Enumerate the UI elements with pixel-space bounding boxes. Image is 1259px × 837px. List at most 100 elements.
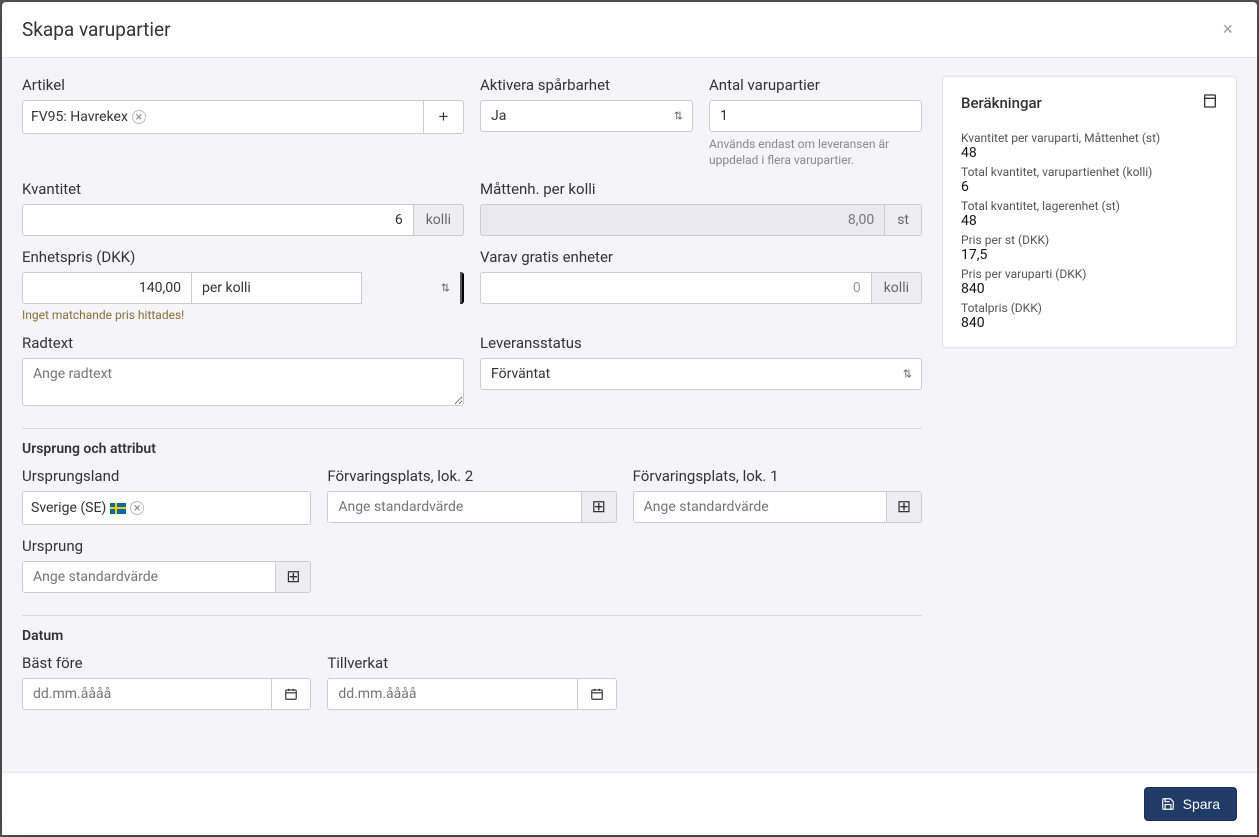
quantity-input[interactable] xyxy=(22,204,414,236)
traceability-field: Aktivera spårbarhet ⇅ xyxy=(480,76,693,168)
article-tag: FV95: Havrekex × xyxy=(31,109,146,125)
calc-label: Kvantitet per varuparti, Måttenhet (st) xyxy=(961,131,1218,145)
delivery-status-select[interactable] xyxy=(480,358,922,390)
chevron-updown-icon: ⇅ xyxy=(441,282,450,295)
origin-field: Ursprung ⊞ xyxy=(22,537,311,593)
free-units-input[interactable] xyxy=(480,272,872,304)
quantity-field: Kvantitet kolli xyxy=(22,180,464,236)
quantity-label: Kvantitet xyxy=(22,180,464,198)
calc-value: 48 xyxy=(961,213,1218,229)
origin-country-label: Ursprungsland xyxy=(22,467,311,485)
calc-label: Totalpris (DKK) xyxy=(961,301,1218,315)
storage1-input[interactable] xyxy=(633,491,887,523)
manufactured-field: Tillverkat xyxy=(327,654,616,710)
manufactured-calendar-button[interactable] xyxy=(578,678,617,710)
calc-label: Total kvantitet, varupartienhet (kolli) xyxy=(961,165,1218,179)
save-button[interactable]: Spara xyxy=(1144,787,1237,821)
article-field: Artikel FV95: Havrekex × + xyxy=(22,76,464,168)
units-per-kolli-unit: st xyxy=(885,204,922,236)
calc-label: Pris per varuparti (DKK) xyxy=(961,267,1218,281)
delivery-status-field: Leveransstatus ⇅ xyxy=(480,334,922,406)
plus-box-icon: ⊞ xyxy=(897,497,911,517)
origin-label: Ursprung xyxy=(22,537,311,555)
form-area: Artikel FV95: Havrekex × + xyxy=(22,76,922,710)
unit-price-field: Enhetspris (DKK) ⇅ Inget matchande pris … xyxy=(22,248,464,322)
calculations-title: Beräkningar xyxy=(961,94,1042,112)
flag-se-icon xyxy=(110,503,126,514)
calc-label: Total kvantitet, lagerenhet (st) xyxy=(961,199,1218,213)
traceability-label: Aktivera spårbarhet xyxy=(480,76,693,94)
section-date-title: Datum xyxy=(22,628,922,644)
article-label: Artikel xyxy=(22,76,464,94)
modal-footer: Spara xyxy=(2,772,1257,835)
units-per-kolli-label: Måttenh. per kolli xyxy=(480,180,922,198)
refresh-price-button[interactable] xyxy=(460,272,464,304)
unit-price-label: Enhetspris (DKK) xyxy=(22,248,464,266)
modal-title: Skapa varupartier xyxy=(22,18,171,41)
origin-country-input[interactable]: Sverige (SE) × xyxy=(22,491,311,525)
save-button-label: Spara xyxy=(1183,796,1220,812)
row-text-field: Radtext xyxy=(22,334,464,406)
best-before-field: Bäst före xyxy=(22,654,311,710)
free-units-label: Varav gratis enheter xyxy=(480,248,922,266)
units-per-kolli-input xyxy=(480,204,885,236)
calculations-rows: Kvantitet per varuparti, Måttenhet (st)4… xyxy=(961,131,1218,331)
section-origin-title: Ursprung och attribut xyxy=(22,441,922,457)
traceability-select[interactable] xyxy=(480,100,693,132)
batch-count-help: Används endast om leveransen är uppdelad… xyxy=(709,136,922,168)
storage1-add-button[interactable]: ⊞ xyxy=(887,491,922,523)
unit-price-input[interactable] xyxy=(22,272,192,304)
delivery-status-label: Leveransstatus xyxy=(480,334,922,352)
unit-price-warn: Inget matchande pris hittades! xyxy=(22,308,464,322)
calendar-icon xyxy=(284,687,298,701)
plus-box-icon: ⊞ xyxy=(286,567,300,587)
storage2-field: Förvaringsplats, lok. 2 ⊞ xyxy=(327,467,616,525)
calc-value: 840 xyxy=(961,315,1218,331)
calc-value: 48 xyxy=(961,145,1218,161)
plus-box-icon: ⊞ xyxy=(592,497,606,517)
modal: Skapa varupartier × Artikel FV95: Havrek… xyxy=(2,2,1257,835)
calc-value: 17,5 xyxy=(961,247,1218,263)
remove-tag-icon[interactable]: × xyxy=(130,501,144,515)
calc-label: Pris per st (DKK) xyxy=(961,233,1218,247)
best-before-calendar-button[interactable] xyxy=(272,678,311,710)
manufactured-input[interactable] xyxy=(327,678,577,710)
storage2-label: Förvaringsplats, lok. 2 xyxy=(327,467,616,485)
divider xyxy=(22,428,922,429)
storage2-add-button[interactable]: ⊞ xyxy=(582,491,617,523)
row-text-input[interactable] xyxy=(22,358,464,406)
quantity-unit: kolli xyxy=(414,204,464,236)
batch-count-input[interactable] xyxy=(709,100,922,132)
plus-icon: + xyxy=(439,107,449,127)
origin-add-button[interactable]: ⊞ xyxy=(276,561,311,593)
best-before-input[interactable] xyxy=(22,678,272,710)
origin-country-field: Ursprungsland Sverige (SE) × xyxy=(22,467,311,525)
storage1-field: Förvaringsplats, lok. 1 ⊞ xyxy=(633,467,922,525)
save-icon xyxy=(1161,797,1175,811)
add-article-button[interactable]: + xyxy=(424,100,464,134)
article-input[interactable]: FV95: Havrekex × xyxy=(22,100,424,134)
units-per-kolli-field: Måttenh. per kolli st xyxy=(480,180,922,236)
manufactured-label: Tillverkat xyxy=(327,654,616,672)
calc-value: 840 xyxy=(961,281,1218,297)
origin-input[interactable] xyxy=(22,561,276,593)
best-before-label: Bäst före xyxy=(22,654,311,672)
storage2-input[interactable] xyxy=(327,491,581,523)
free-units-field: Varav gratis enheter kolli xyxy=(480,248,922,322)
calendar-icon xyxy=(590,687,604,701)
storage1-label: Förvaringsplats, lok. 1 xyxy=(633,467,922,485)
free-units-unit: kolli xyxy=(872,272,922,304)
batch-count-label: Antal varupartier xyxy=(709,76,922,94)
origin-country-tag: Sverige (SE) × xyxy=(31,500,144,516)
divider xyxy=(22,615,922,616)
remove-tag-icon[interactable]: × xyxy=(132,110,146,124)
calculations-panel: Beräkningar Kvantitet per varuparti, Måt… xyxy=(942,76,1237,348)
row-text-label: Radtext xyxy=(22,334,464,352)
modal-header: Skapa varupartier × xyxy=(2,2,1257,58)
batch-count-field: Antal varupartier Används endast om leve… xyxy=(709,76,922,168)
calculator-icon xyxy=(1202,93,1218,113)
unit-price-per-select[interactable] xyxy=(192,272,362,304)
close-button[interactable]: × xyxy=(1218,19,1237,40)
calc-value: 6 xyxy=(961,179,1218,195)
modal-body: Artikel FV95: Havrekex × + xyxy=(2,58,1257,772)
